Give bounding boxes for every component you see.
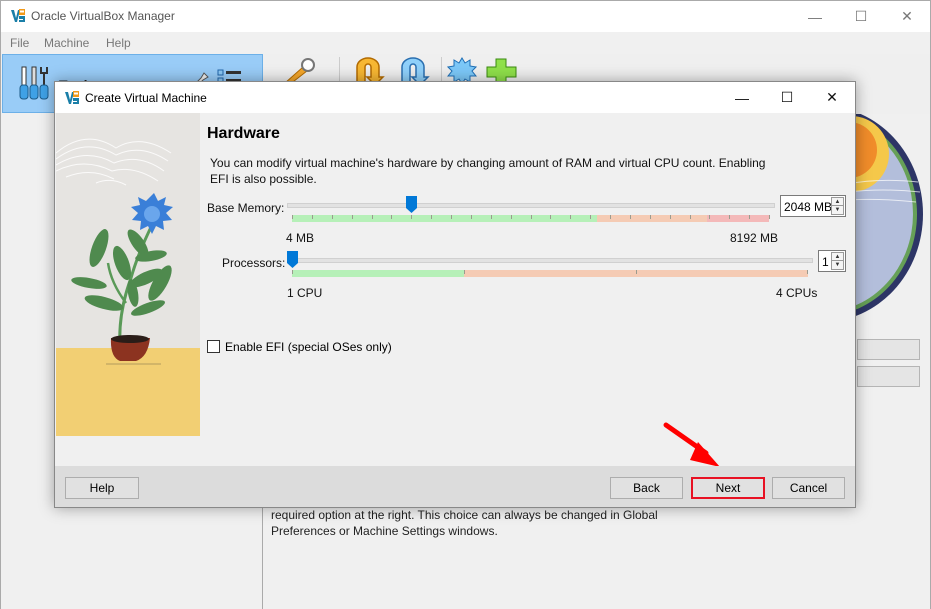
cpu-scale-tick (464, 270, 465, 274)
base-memory-max-label: 8192 MB (730, 231, 779, 245)
spin-up-icon[interactable]: ▲ (832, 198, 843, 206)
toolbar-separator (441, 57, 442, 83)
welcome-illustration (843, 114, 923, 320)
base-memory-value[interactable]: 2048 MB (784, 200, 832, 214)
dialog-maximize-button[interactable]: ☐ (764, 82, 810, 113)
menu-file[interactable]: File (10, 36, 29, 50)
memory-scale-tick (729, 215, 731, 219)
memory-scale-tick (451, 215, 452, 219)
memory-scale-tick (331, 215, 333, 219)
dialog-title: Create Virtual Machine (85, 91, 207, 105)
base-memory-spinbox[interactable]: 2048 MB ▲ ▼ (780, 195, 846, 217)
menu-help[interactable]: Help (106, 36, 131, 50)
welcome-text-line: Preferences or Machine Settings windows. (271, 524, 498, 538)
back-button[interactable]: Back (610, 477, 683, 499)
flower-pot-illustration (56, 113, 200, 436)
enable-efi-checkbox[interactable] (207, 340, 220, 353)
dialog-button-bar: Help Back Next Cancel (55, 466, 855, 507)
processors-spin-arrows[interactable]: ▲ ▼ (831, 252, 844, 270)
memory-scale-tick (292, 215, 293, 219)
memory-scale-tick (709, 215, 711, 219)
annotation-arrow-icon (663, 422, 720, 467)
memory-scale-tick (431, 215, 433, 219)
processors-label: Processors: (222, 256, 286, 270)
tools-icon (19, 66, 49, 100)
dialog-close-button[interactable]: ✕ (809, 82, 855, 113)
memory-danger-zone (706, 215, 769, 222)
memory-scale-tick (610, 215, 611, 219)
background-field (857, 339, 920, 360)
base-memory-label: Base Memory: (207, 201, 285, 215)
cpu-scale-tick (807, 270, 808, 274)
page-title: Hardware (207, 125, 280, 142)
toolbar-separator (339, 57, 340, 83)
virtualbox-logo-icon (11, 9, 25, 22)
memory-scale-tick (629, 215, 631, 219)
background-field (857, 366, 920, 387)
memory-safe-zone (292, 215, 598, 222)
processors-max-label: 4 CPUs (776, 286, 818, 300)
wizard-illustration (56, 113, 200, 436)
close-button[interactable]: ✕ (884, 1, 930, 32)
spin-down-icon[interactable]: ▼ (832, 261, 843, 269)
base-memory-slider[interactable] (287, 203, 775, 208)
processors-slider-handle[interactable] (286, 251, 298, 268)
menu-bar: File Machine Help (1, 32, 930, 54)
spin-down-icon[interactable]: ▼ (832, 206, 843, 214)
processors-value[interactable]: 1 (822, 255, 829, 269)
spin-up-icon[interactable]: ▲ (832, 253, 843, 261)
maximize-button[interactable]: ☐ (838, 1, 884, 32)
processors-spinbox[interactable]: 1 ▲ ▼ (818, 250, 846, 272)
memory-scale-tick (590, 215, 592, 219)
processors-min-label: 1 CPU (287, 286, 323, 300)
memory-scale-tick (510, 215, 512, 219)
memory-scale-tick (530, 215, 532, 219)
welcome-text-line: required option at the right. This choic… (271, 508, 658, 522)
memory-scale-tick (769, 215, 770, 219)
next-button[interactable]: Next (691, 477, 765, 499)
base-memory-min-label: 4 MB (286, 231, 315, 245)
base-memory-slider-handle[interactable] (405, 196, 417, 213)
memory-scale-tick (669, 215, 671, 219)
memory-scale-tick (490, 215, 492, 219)
minimize-button[interactable]: — (792, 1, 838, 32)
dialog-titlebar: Create Virtual Machine — ☐ ✕ (55, 82, 855, 113)
memory-scale-tick (550, 215, 552, 219)
cpu-scale-tick (292, 270, 293, 274)
memory-scale-tick (570, 215, 572, 219)
base-memory-scale (292, 215, 770, 222)
virtualbox-logo-icon (65, 91, 79, 104)
processors-scale (292, 270, 808, 277)
menu-machine[interactable]: Machine (44, 36, 89, 50)
memory-warning-zone (597, 215, 707, 222)
welcome-text: required option at the right. This choic… (271, 507, 691, 539)
main-titlebar: Oracle VirtualBox Manager — ☐ ✕ (1, 1, 930, 32)
enable-efi-label[interactable]: Enable EFI (special OSes only) (225, 340, 392, 354)
dialog-minimize-button[interactable]: — (719, 82, 765, 113)
help-button[interactable]: Help (65, 477, 139, 499)
memory-scale-tick (391, 215, 393, 219)
wizard-page-hardware: Hardware You can modify virtual machine'… (200, 113, 855, 467)
memory-scale-tick (311, 215, 313, 219)
memory-scale-tick (649, 215, 651, 219)
base-memory-spin-arrows[interactable]: ▲ ▼ (831, 197, 844, 215)
memory-scale-tick (371, 215, 373, 219)
memory-scale-tick (351, 215, 353, 219)
create-vm-dialog: Create Virtual Machine — ☐ ✕ Hardware Yo… (54, 81, 856, 508)
memory-scale-tick (470, 215, 472, 219)
memory-scale-tick (689, 215, 691, 219)
page-description: You can modify virtual machine's hardwar… (210, 156, 766, 186)
window-title: Oracle VirtualBox Manager (31, 9, 175, 23)
memory-scale-tick (749, 215, 751, 219)
memory-scale-tick (411, 215, 413, 219)
cpu-safe-zone (292, 270, 464, 277)
cancel-button[interactable]: Cancel (772, 477, 845, 499)
cpu-scale-tick (636, 270, 637, 274)
processors-slider[interactable] (287, 258, 813, 263)
